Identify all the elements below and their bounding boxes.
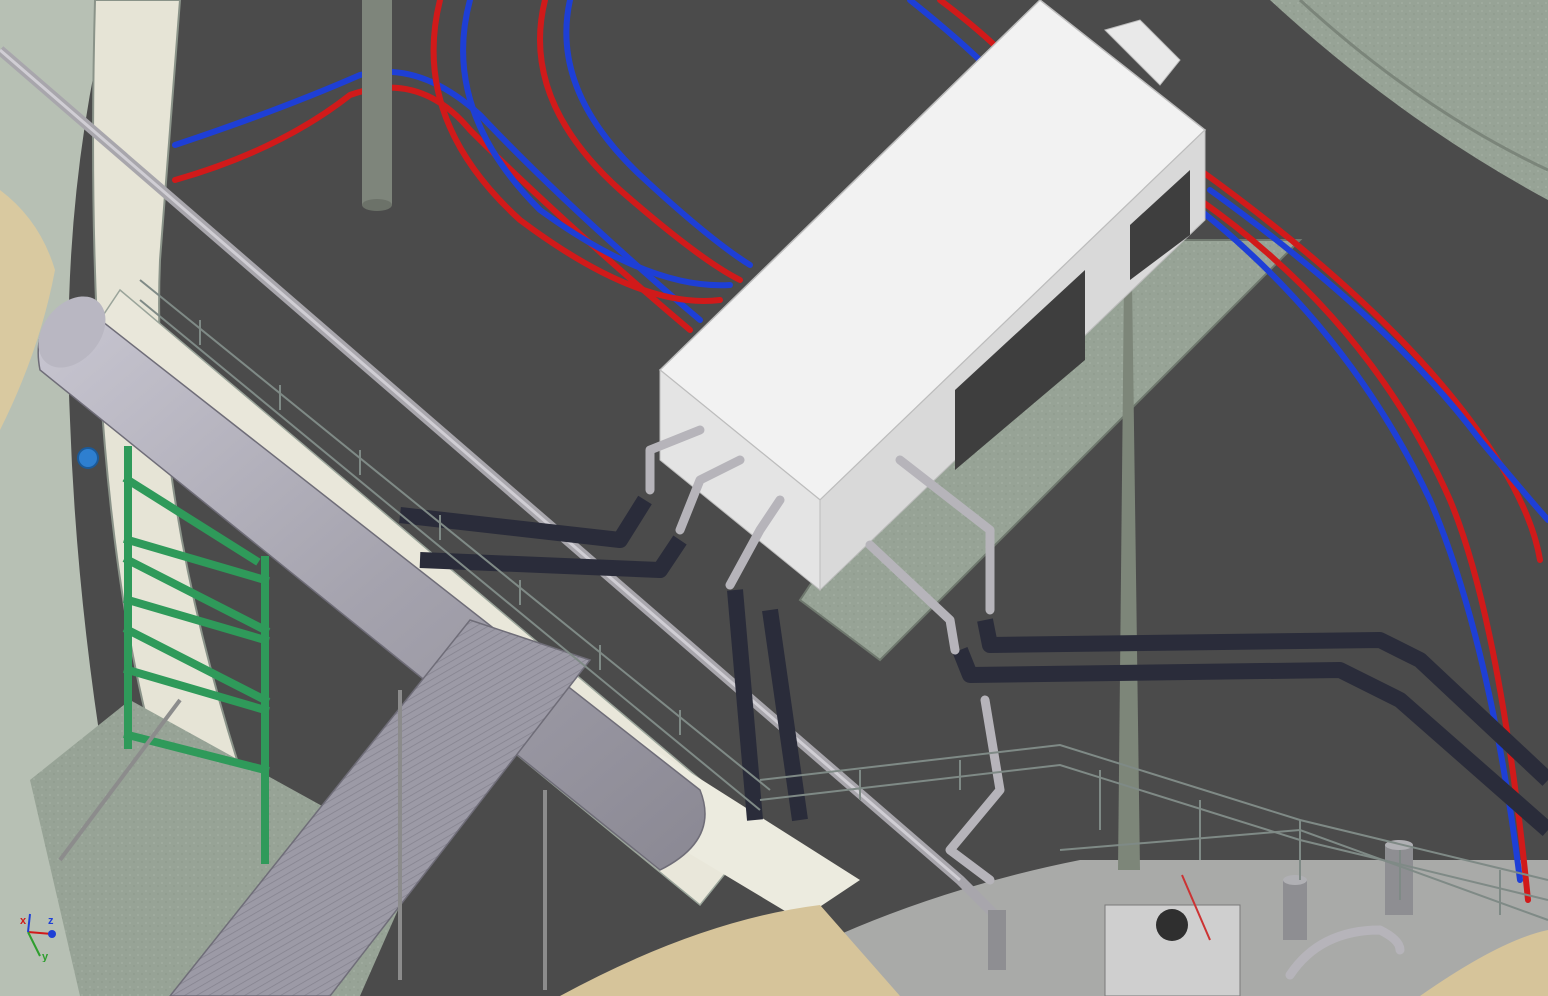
axis-origin-icon (48, 930, 56, 938)
model-3d-view[interactable] (0, 0, 1548, 996)
blue-valve-icon[interactable] (77, 447, 99, 469)
cad-viewport[interactable]: x y z (0, 0, 1548, 996)
axis-triad: x y z (20, 913, 56, 962)
axis-x-label: x (20, 915, 27, 927)
axis-y-label: y (42, 951, 49, 962)
axis-z-label: z (48, 915, 54, 927)
mast-left (362, 0, 392, 205)
